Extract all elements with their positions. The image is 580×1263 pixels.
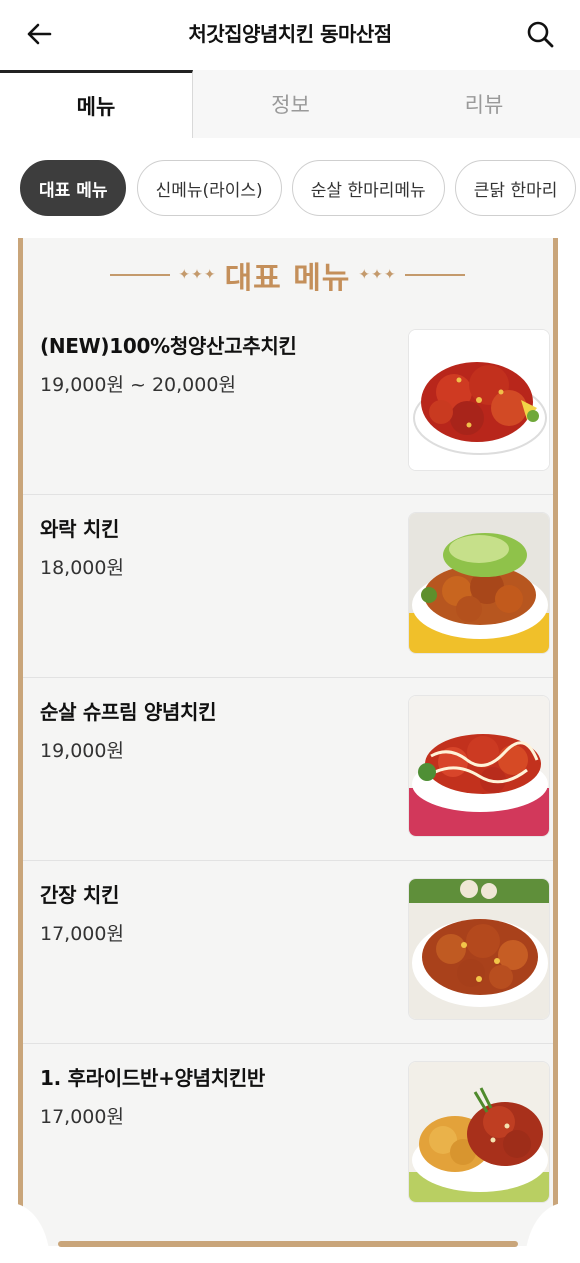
- sparkle-icon-right: ✦✦✦: [358, 267, 397, 283]
- menu-item[interactable]: 와락 치킨 18,000원: [23, 495, 553, 678]
- menu-item[interactable]: (NEW)100%청양산고추치킨 19,000원 ~ 20,000원: [23, 312, 553, 495]
- menu-item-name: 와락 치킨: [40, 517, 120, 541]
- menu-item-price: 17,000원: [40, 923, 124, 945]
- menu-item-name: 순살 슈프림 양념치킨: [40, 700, 217, 724]
- board-bottom-rule: [58, 1241, 518, 1247]
- tab-bar: 메뉴 정보 리뷰: [0, 70, 580, 138]
- divider-line-right: [404, 274, 465, 276]
- menu-item-name: 1. 후라이드반+양념치킨반: [40, 1066, 266, 1090]
- app-header: 처갓집양념치킨 동마산점: [0, 0, 580, 68]
- menu-item-price: 18,000원: [40, 557, 124, 579]
- search-icon: [527, 21, 554, 48]
- sparkle-icon-left: ✦✦✦: [178, 267, 217, 283]
- tab-review[interactable]: 리뷰: [388, 70, 580, 138]
- menu-item[interactable]: 1. 후라이드반+양념치킨반 17,000원: [23, 1044, 553, 1227]
- menu-item[interactable]: 간장 치킨 17,000원: [23, 861, 553, 1044]
- section-title: 대표 메뉴: [224, 261, 351, 296]
- chip-big-chicken[interactable]: 큰닭 한마리: [454, 160, 577, 216]
- menu-list: (NEW)100%청양산고추치킨 19,000원 ~ 20,000원 와락 치킨…: [23, 312, 553, 1227]
- menu-item-name: (NEW)100%청양산고추치킨: [40, 334, 297, 358]
- chip-signature-menu[interactable]: 대표 메뉴: [20, 160, 127, 216]
- search-button[interactable]: [522, 16, 558, 52]
- chip-new-menu-rice[interactable]: 신메뉴(라이스): [136, 160, 282, 216]
- menu-item[interactable]: 순살 슈프림 양념치킨 19,000원: [23, 678, 553, 861]
- menu-item-price: 17,000원: [40, 1106, 124, 1128]
- soy-chicken-photo: [408, 878, 550, 1020]
- spicy-chicken-photo: [408, 329, 550, 471]
- menu-item-price: 19,000원: [40, 740, 124, 762]
- menu-board: ✦✦✦ 대표 메뉴 ✦✦✦ (NEW)100%청양산고추치킨 19,000원 ~…: [10, 238, 565, 1263]
- half-half-chicken-photo: [408, 1061, 550, 1203]
- tab-info[interactable]: 정보: [193, 70, 388, 138]
- supreme-chicken-photo: [408, 695, 550, 837]
- section-header: ✦✦✦ 대표 메뉴 ✦✦✦: [10, 252, 565, 298]
- tab-menu[interactable]: 메뉴: [0, 70, 193, 138]
- scallion-chicken-photo: [408, 512, 550, 654]
- category-chips: 대표 메뉴 신메뉴(라이스) 순살 한마리메뉴 큰닭 한마리: [20, 160, 580, 216]
- menu-item-price: 19,000원 ~ 20,000원: [40, 374, 236, 396]
- menu-item-name: 간장 치킨: [40, 883, 120, 907]
- divider-line-left: [110, 274, 171, 276]
- chip-boneless-menu[interactable]: 순살 한마리메뉴: [291, 160, 445, 216]
- store-title: 처갓집양념치킨 동마산점: [188, 22, 392, 46]
